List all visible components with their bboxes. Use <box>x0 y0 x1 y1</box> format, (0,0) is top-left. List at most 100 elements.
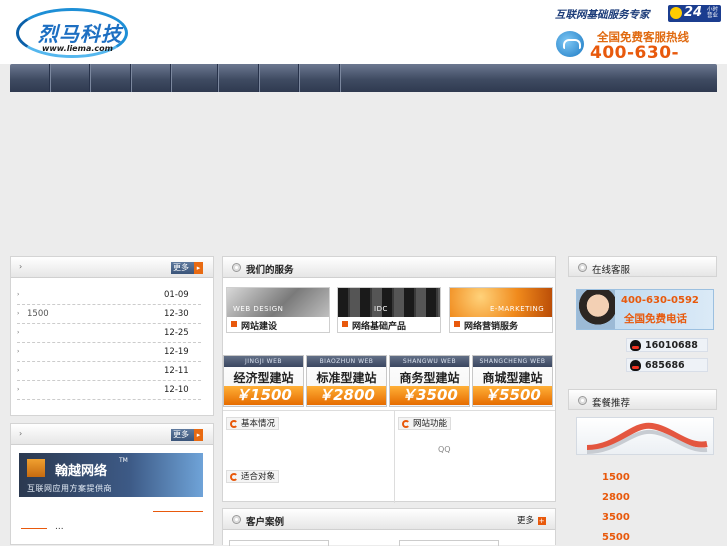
divider <box>153 511 203 512</box>
bullet-icon: › <box>17 310 20 317</box>
price-card-biaozhun[interactable]: BIAOZHUN WEB 标准型建站 ￥2800 <box>306 355 387 407</box>
plan-details: 基本情况 网站功能 QQ 适合对象 <box>223 410 555 503</box>
price-pinyin: BIAOZHUN WEB <box>307 356 386 367</box>
price-value: ￥3500 <box>390 386 469 405</box>
news-date: 12-11 <box>164 366 189 376</box>
packages-graphic <box>576 417 714 455</box>
circle-bullet-icon <box>578 396 587 405</box>
cases-panel: 客户案例 更多 + <box>222 508 556 546</box>
price-pinyin: SHANGWU WEB <box>390 356 469 367</box>
partners-more-button[interactable]: 更多 ▸ <box>171 429 203 441</box>
news-row[interactable]: › 01-09 <box>17 286 201 305</box>
divider <box>394 411 395 503</box>
arrow-icon <box>454 321 460 327</box>
news-row[interactable]: › 12-10 <box>17 381 201 400</box>
circle-bullet-icon <box>578 263 587 272</box>
services-panel: 我们的服务 WEB DESIGN 网站建设 IDC 网络基础产品 E-MARKE… <box>222 256 556 503</box>
packages-header: 套餐推荐 <box>568 389 717 410</box>
qq-penguin-icon <box>630 360 641 371</box>
case-thumb[interactable] <box>399 540 499 546</box>
partner-tm: TM <box>119 457 128 464</box>
nav-item-8[interactable] <box>299 64 340 92</box>
agent-avatar <box>577 290 615 329</box>
nav-item-5[interactable] <box>171 64 218 92</box>
main-nav <box>10 64 717 92</box>
services-panel-title: 我们的服务 <box>246 265 294 276</box>
news-more-button[interactable]: 更多 ▸ <box>171 262 203 274</box>
packages-title: 套餐推荐 <box>592 398 631 409</box>
news-row[interactable]: › 1500 12-30 <box>17 305 201 324</box>
chevron-right-icon: › <box>19 429 23 438</box>
price-name: 标准型建站 <box>316 371 377 385</box>
news-date: 12-19 <box>164 347 189 357</box>
badge-text: 小时营业 <box>707 7 719 19</box>
price-card-shangcheng[interactable]: SHANGCHENG WEB 商城型建站 ￥5500 <box>472 355 553 407</box>
more-label: 更多 <box>173 263 189 272</box>
bullet-icon: › <box>17 329 20 336</box>
packages-panel: 套餐推荐 1500 2800 3500 5500 <box>568 389 717 545</box>
price-card-shangwu[interactable]: SHANGWU WEB 商务型建站 ￥3500 <box>389 355 470 407</box>
news-panel-header: › 更多 ▸ <box>11 257 213 278</box>
price-name: 经济型建站 <box>233 371 294 385</box>
news-row[interactable]: › 12-11 <box>17 362 201 381</box>
service-en: WEB DESIGN <box>233 305 284 313</box>
circle-arrow-icon <box>230 473 238 481</box>
partner-logo[interactable]: 翰越网络 TM 互联网应用方案提供商 <box>19 453 203 497</box>
service-hours-badge: 24 小时营业 <box>668 5 721 22</box>
site-logo[interactable]: 烈马科技 www.liema.com <box>16 6 134 60</box>
news-title[interactable]: 1500 <box>27 309 49 319</box>
arrow-icon <box>231 321 237 327</box>
partner-mark-icon <box>27 459 45 477</box>
price-value: ￥1500 <box>224 386 303 405</box>
customer-service-banner[interactable]: 400-630-0592 全国免费电话 <box>576 289 714 330</box>
news-date: 12-25 <box>164 328 189 338</box>
news-row[interactable]: › 12-19 <box>17 343 201 362</box>
price-card-jingji[interactable]: JINGJI WEB 经济型建站 ￥1500 <box>223 355 304 407</box>
qq-contact-2[interactable]: 685686 <box>626 358 708 372</box>
qq-contact-1[interactable]: 16010688 <box>626 338 708 352</box>
nav-item-6[interactable] <box>218 64 259 92</box>
cases-more-button[interactable]: 更多 + <box>517 514 546 526</box>
logo-text: 烈马科技 <box>38 22 122 46</box>
price-value: ￥5500 <box>473 386 552 405</box>
nav-item-1[interactable] <box>10 64 50 92</box>
package-price[interactable]: 5500 <box>602 532 630 543</box>
news-date: 01-09 <box>164 290 189 300</box>
case-thumb[interactable] <box>229 540 329 546</box>
more-label: 更多 <box>517 516 535 526</box>
service-card-idc[interactable]: IDC 网络基础产品 <box>337 287 441 333</box>
news-panel: › 更多 ▸ › 01-09 › 1500 12-30 › 12-25 › 12… <box>10 256 214 416</box>
package-price[interactable]: 3500 <box>602 512 630 523</box>
bullet-icon: › <box>17 348 20 355</box>
services-panel-header: 我们的服务 <box>223 257 555 278</box>
partners-panel: › 更多 ▸ 翰越网络 TM 互联网应用方案提供商 ... <box>10 423 214 545</box>
news-row[interactable]: › 12-25 <box>17 324 201 343</box>
nav-item-7[interactable] <box>259 64 299 92</box>
service-image <box>338 288 440 317</box>
cases-panel-header: 客户案例 更多 + <box>223 509 555 530</box>
qq-number: 685686 <box>645 360 685 371</box>
service-card-web-design[interactable]: WEB DESIGN 网站建设 <box>226 287 330 333</box>
sun-icon <box>670 7 682 19</box>
package-price[interactable]: 1500 <box>602 472 630 483</box>
growth-arrow-icon <box>586 422 708 454</box>
partner-name: 翰越网络 <box>55 464 108 479</box>
basic-info-label: 基本情况 <box>226 417 280 430</box>
partners-panel-header: › 更多 ▸ <box>11 424 213 445</box>
nav-item-4[interactable] <box>131 64 171 92</box>
cs-phone: 400-630-0592 <box>621 295 699 306</box>
circle-bullet-icon <box>232 263 241 272</box>
divider <box>21 528 47 529</box>
more-label: 更多 <box>173 430 189 439</box>
nav-item-2[interactable] <box>50 64 90 92</box>
bullet-icon: › <box>17 291 20 298</box>
logo-url: www.liema.com <box>42 44 113 53</box>
package-price[interactable]: 2800 <box>602 492 630 503</box>
price-pinyin: SHANGCHENG WEB <box>473 356 552 367</box>
price-name: 商务型建站 <box>399 371 460 385</box>
service-label: 网络营销服务 <box>464 322 519 332</box>
service-card-marketing[interactable]: E-MARKETING 网络营销服务 <box>449 287 553 333</box>
circle-arrow-icon <box>402 420 410 428</box>
nav-item-3[interactable] <box>90 64 131 92</box>
arrow-right-icon: ▸ <box>194 429 203 441</box>
